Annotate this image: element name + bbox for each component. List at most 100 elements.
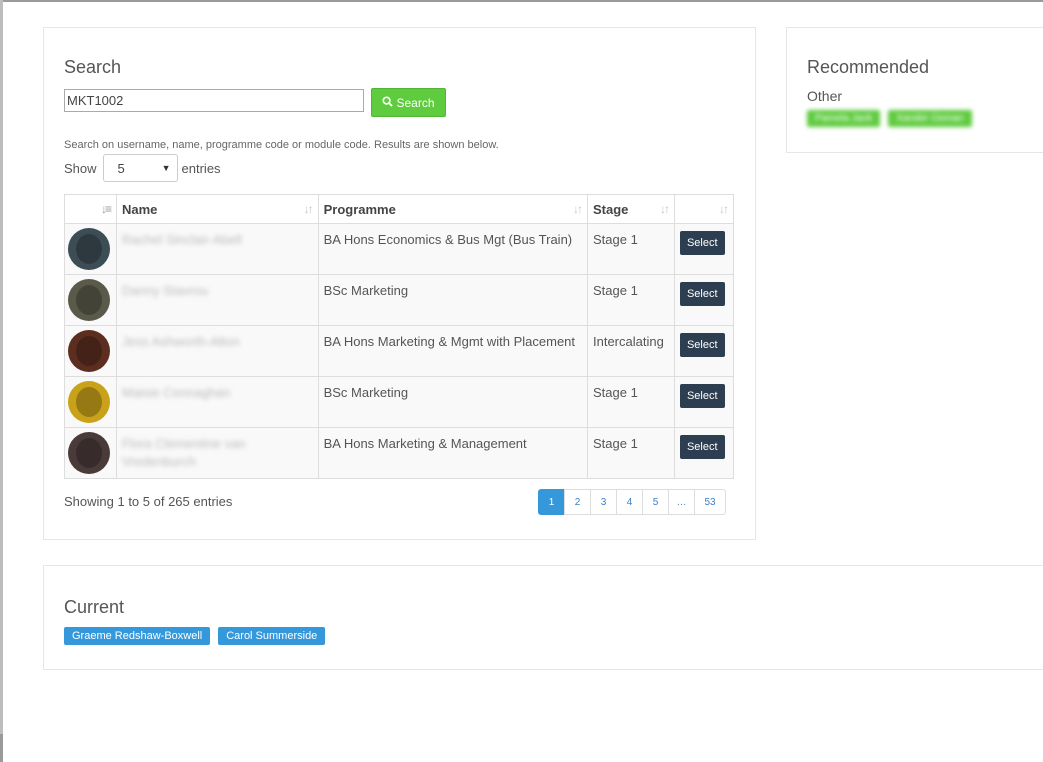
action-cell: Select bbox=[673, 427, 735, 479]
table-row: Rachel Sinclair-Abell BA Hons Economics … bbox=[64, 223, 735, 275]
page-button[interactable]: 53 bbox=[694, 489, 726, 515]
avatar-cell bbox=[64, 325, 117, 377]
sort-icon: ↓↑ bbox=[573, 202, 583, 216]
page-button[interactable]: 3 bbox=[590, 489, 617, 515]
page-button[interactable]: 5 bbox=[642, 489, 669, 515]
column-header-programme-label: Programme bbox=[323, 201, 396, 217]
student-name: Flora Clementine van Vredenburch bbox=[121, 436, 246, 469]
column-header-stage-label: Stage bbox=[593, 201, 629, 217]
programme-name: BSc Marketing bbox=[323, 385, 409, 400]
search-icon bbox=[382, 95, 394, 110]
stage-cell: Stage 1 bbox=[587, 223, 675, 275]
name-cell: Jess Ashworth-Alton bbox=[115, 325, 319, 377]
current-title: Current bbox=[64, 597, 125, 617]
table-row: Maisie Connaghan BSc Marketing Stage 1 S… bbox=[64, 376, 735, 428]
programme-cell: BA Hons Marketing & Mgmt with Placement bbox=[317, 325, 589, 377]
stage-value: Stage 1 bbox=[593, 436, 638, 451]
student-name: Maisie Connaghan bbox=[121, 385, 231, 400]
programme-cell: BSc Marketing bbox=[317, 376, 589, 428]
column-header-action[interactable]: ↓↑ bbox=[673, 194, 735, 224]
programme-name: BSc Marketing bbox=[323, 283, 409, 298]
pagination: 1 2 3 4 5… 53 bbox=[538, 489, 726, 515]
stage-value: Stage 1 bbox=[593, 385, 638, 400]
avatar bbox=[68, 432, 110, 474]
entries-select[interactable]: 5 ▼ bbox=[102, 154, 178, 182]
show-label: Show bbox=[64, 160, 97, 176]
select-button[interactable]: Select bbox=[679, 282, 725, 306]
stage-cell: Stage 1 bbox=[587, 376, 675, 428]
column-header-avatar[interactable]: ↓≡ bbox=[64, 194, 117, 224]
column-header-programme[interactable]: Programme ↓↑ bbox=[317, 194, 589, 224]
name-cell: Danny Stavrou bbox=[115, 274, 319, 326]
student-name: Rachel Sinclair-Abell bbox=[121, 232, 242, 247]
stage-cell: Intercalating bbox=[587, 325, 675, 377]
programme-name: BA Hons Economics & Bus Mgt (Bus Train) bbox=[323, 232, 573, 247]
recommended-other-label: Other bbox=[807, 88, 843, 104]
dropdown-caret-icon: ▼ bbox=[161, 163, 171, 173]
select-button[interactable]: Select bbox=[679, 231, 725, 255]
sort-asc-icon: ↓≡ bbox=[100, 202, 112, 216]
recommended-tag[interactable]: Pamela Jack bbox=[807, 110, 881, 127]
recommended-tag[interactable]: Xander Osman bbox=[888, 110, 972, 127]
stage-cell: Stage 1 bbox=[587, 427, 675, 479]
select-button[interactable]: Select bbox=[679, 435, 725, 459]
recommended-title: Recommended bbox=[807, 57, 930, 77]
page-button[interactable]: 4 bbox=[616, 489, 643, 515]
avatar bbox=[68, 330, 110, 372]
search-button[interactable]: Search bbox=[371, 88, 446, 117]
avatar-cell bbox=[64, 274, 117, 326]
search-hint: Search on username, name, programme code… bbox=[64, 139, 499, 151]
page-button[interactable]: 1 bbox=[538, 489, 565, 515]
avatar bbox=[68, 228, 110, 270]
name-cell: Flora Clementine van Vredenburch bbox=[115, 427, 319, 479]
search-input[interactable] bbox=[64, 89, 364, 112]
entries-label: entries bbox=[181, 160, 221, 176]
avatar-cell bbox=[64, 427, 117, 479]
sort-icon: ↓↑ bbox=[303, 202, 314, 216]
current-tag[interactable]: Graeme Redshaw-Boxwell bbox=[64, 627, 211, 645]
avatar-cell bbox=[64, 376, 117, 428]
recommended-panel: Recommended Other Pamela Jack Xander Osma… bbox=[786, 27, 1043, 153]
search-panel: Search Search Search on username, name, … bbox=[43, 27, 756, 540]
recommended-tags: Pamela Jack Xander Osman bbox=[807, 110, 972, 127]
select-button[interactable]: Select bbox=[679, 333, 725, 357]
column-header-name[interactable]: Name ↓↑ bbox=[115, 194, 319, 224]
table-header-row: ↓≡ Name ↓↑ Programme ↓↑ Stage ↓↑ ↓↑ bbox=[64, 194, 735, 224]
action-cell: Select bbox=[673, 376, 735, 428]
stage-value: Stage 1 bbox=[593, 283, 638, 298]
page-button[interactable]: 2 bbox=[564, 489, 591, 515]
stage-cell: Stage 1 bbox=[587, 274, 675, 326]
sort-icon: ↓↑ bbox=[659, 202, 670, 216]
select-button[interactable]: Select bbox=[679, 384, 725, 408]
table-row: Danny Stavrou BSc Marketing Stage 1 Sele… bbox=[64, 274, 735, 326]
programme-name: BA Hons Marketing & Management bbox=[323, 436, 527, 451]
column-header-stage[interactable]: Stage ↓↑ bbox=[587, 194, 675, 224]
stage-value: Intercalating bbox=[593, 334, 664, 349]
action-cell: Select bbox=[673, 274, 735, 326]
entries-control: Show 5 ▼ entries bbox=[64, 154, 221, 182]
avatar bbox=[68, 381, 110, 423]
table-row: Flora Clementine van Vredenburch BA Hons… bbox=[64, 427, 735, 479]
name-cell: Rachel Sinclair-Abell bbox=[115, 223, 319, 275]
name-cell: Maisie Connaghan bbox=[115, 376, 319, 428]
showing-entries-info: Showing 1 to 5 of 265 entries bbox=[64, 494, 233, 509]
avatar bbox=[68, 279, 110, 321]
programme-cell: BA Hons Economics & Bus Mgt (Bus Train) bbox=[317, 223, 589, 275]
programme-name: BA Hons Marketing & Mgmt with Placement bbox=[323, 334, 576, 349]
results-table: ↓≡ Name ↓↑ Programme ↓↑ Stage ↓↑ ↓↑ Rachel … bbox=[64, 194, 735, 479]
table-row: Jess Ashworth-Alton BA Hons Marketing & … bbox=[64, 325, 735, 377]
current-panel: Current Graeme Redshaw-Boxwell Carol Summ… bbox=[43, 565, 1043, 670]
student-name: Jess Ashworth-Alton bbox=[121, 334, 240, 349]
action-cell: Select bbox=[673, 223, 735, 275]
stage-value: Stage 1 bbox=[593, 232, 638, 247]
entries-value: 5 bbox=[117, 160, 125, 176]
sort-icon: ↓↑ bbox=[719, 202, 729, 216]
avatar-cell bbox=[64, 223, 117, 275]
page-button[interactable]: … bbox=[668, 489, 695, 515]
programme-cell: BA Hons Marketing & Management bbox=[317, 427, 589, 479]
column-header-name-label: Name bbox=[121, 201, 158, 217]
modal-dialog: Search Search Search on username, name, … bbox=[3, 2, 1043, 762]
student-name: Danny Stavrou bbox=[121, 283, 208, 298]
current-tag[interactable]: Carol Summerside bbox=[218, 627, 326, 645]
search-title: Search bbox=[64, 57, 122, 77]
